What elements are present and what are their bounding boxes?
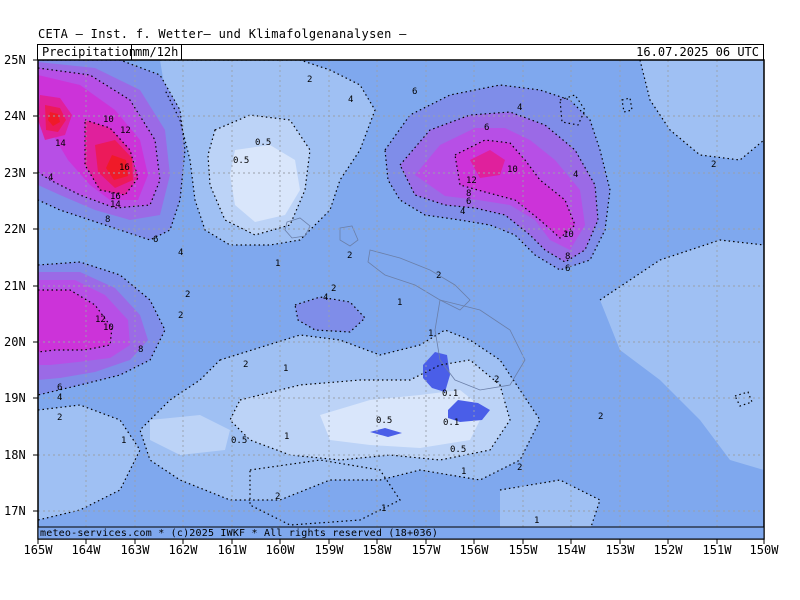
- contour-label: 2: [711, 160, 716, 170]
- lon-label: 151W: [702, 543, 732, 557]
- contour-label: 6: [466, 197, 471, 207]
- contour-label: 2: [185, 290, 190, 300]
- contour-label: 4: [323, 293, 328, 303]
- contour-label: 1: [275, 259, 280, 269]
- contour-label: 6: [565, 264, 570, 274]
- lon-label: 154W: [556, 543, 586, 557]
- contour-label: 10: [103, 323, 114, 333]
- contour-label: 12: [466, 176, 477, 186]
- contour-label: 4: [573, 170, 578, 180]
- lat-label: 19N: [4, 391, 26, 405]
- lat-label: 23N: [4, 166, 26, 180]
- contour-label: 2: [57, 413, 62, 423]
- contour-label: 0.5: [233, 156, 249, 166]
- lat-label: 22N: [4, 222, 26, 236]
- contour-label: 4: [57, 393, 62, 403]
- lon-label: 162W: [168, 543, 198, 557]
- contour-label: 4: [517, 103, 522, 113]
- contour-label: 1: [534, 516, 539, 526]
- contour-label: 2: [307, 75, 312, 85]
- contour-label: 2: [517, 463, 522, 473]
- contour-label: 10: [103, 115, 114, 125]
- contour-label: 1: [283, 364, 288, 374]
- contour-label: 8: [565, 252, 570, 262]
- contour-label: 6: [153, 235, 158, 245]
- contour-label: 12: [120, 126, 131, 136]
- contour-label: 6: [412, 87, 417, 97]
- contour-label: 0.5: [231, 436, 247, 446]
- contour-label: 2: [436, 271, 441, 281]
- contour-label: 2: [347, 251, 352, 261]
- contour-label: 2: [243, 360, 248, 370]
- lat-label: 25N: [4, 53, 26, 67]
- contour-label: 2: [598, 412, 603, 422]
- contour-label: 6: [484, 123, 489, 133]
- contour-label: 4: [348, 95, 353, 105]
- lat-label: 18N: [4, 448, 26, 462]
- contour-label: 0.5: [450, 445, 466, 455]
- contour-label: 10: [507, 165, 518, 175]
- lon-label: 152W: [653, 543, 683, 557]
- lon-label: 164W: [71, 543, 101, 557]
- contour-label: 8: [105, 215, 110, 225]
- contour-label: 0.1: [443, 418, 459, 428]
- lon-label: 156W: [459, 543, 489, 557]
- contour-label: 1: [284, 432, 289, 442]
- lon-label: 150W: [749, 543, 779, 557]
- lat-label: 17N: [4, 504, 26, 518]
- precipitation-field: 2 4 6 4 6 10 12 8 6 4 4 10 8 6 2 10 12 1…: [38, 60, 764, 539]
- lat-label: 20N: [4, 335, 26, 349]
- lon-label: 161W: [217, 543, 247, 557]
- copyright-credit: meteo-services.com * (c)2025 IWKF * All …: [40, 528, 439, 539]
- contour-label: 1: [397, 298, 402, 308]
- contour-label: 16: [119, 163, 130, 173]
- lon-label: 160W: [265, 543, 295, 557]
- contour-label: 4: [178, 248, 183, 258]
- contour-label: 2: [275, 492, 280, 502]
- contour-label: 14: [55, 139, 66, 149]
- precipitation-map: 2 4 6 4 6 10 12 8 6 4 4 10 8 6 2 10 12 1…: [33, 59, 765, 544]
- contour-label: 2: [178, 311, 183, 321]
- contour-label: 0.1: [442, 389, 458, 399]
- lon-label: 158W: [362, 543, 392, 557]
- contour-label: 10: [563, 230, 574, 240]
- contour-label: 8: [138, 345, 143, 355]
- contour-label: 1: [121, 436, 126, 446]
- contour-label: 2: [331, 284, 336, 294]
- lon-label: 159W: [314, 543, 344, 557]
- lon-label: 153W: [605, 543, 635, 557]
- lat-label: 24N: [4, 109, 26, 123]
- contour-label: 4: [460, 207, 465, 217]
- contour-label: 1: [381, 504, 386, 514]
- contour-label: 2: [494, 375, 499, 385]
- contour-label: 14: [110, 200, 121, 210]
- contour-label: 4: [48, 173, 53, 183]
- contour-label: 0.5: [255, 138, 271, 148]
- lon-label: 155W: [508, 543, 538, 557]
- lon-label: 157W: [411, 543, 441, 557]
- contour-label: 0.5: [376, 416, 392, 426]
- lon-label: 165W: [23, 543, 53, 557]
- lat-label: 21N: [4, 279, 26, 293]
- contour-label: 6: [57, 383, 62, 393]
- contour-label: 1: [428, 329, 433, 339]
- lon-label: 163W: [120, 543, 150, 557]
- contour-label: 1: [461, 467, 466, 477]
